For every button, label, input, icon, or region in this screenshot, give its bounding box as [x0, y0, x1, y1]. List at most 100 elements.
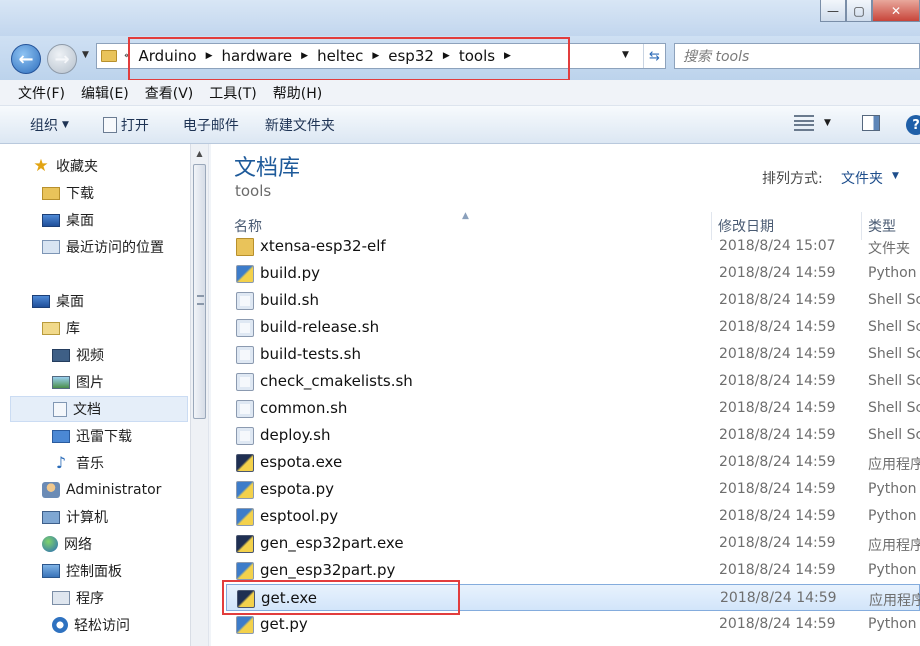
nav-programs[interactable]: 程序	[52, 585, 104, 611]
menu-edit[interactable]: 编辑(E)	[73, 83, 137, 103]
scroll-up-icon[interactable]: ▲	[191, 144, 208, 162]
nav-scrollbar[interactable]: ▲	[190, 144, 208, 646]
refresh-button[interactable]: ⇆	[643, 44, 665, 68]
nav-ease-of-access[interactable]: 轻松访问	[52, 612, 130, 638]
search-input[interactable]: 搜索 tools	[674, 43, 920, 69]
history-dropdown-icon[interactable]: ▼	[82, 50, 89, 60]
file-row[interactable]: xtensa-esp32-elf 2018/8/24 15:07 文件夹	[226, 233, 920, 260]
email-button[interactable]: 电子邮件	[161, 115, 251, 135]
minimize-button[interactable]: —	[820, 0, 846, 22]
file-row[interactable]: gen_esp32part.exe 2018/8/24 14:59 应用程序	[226, 530, 920, 557]
navigation-pane: ★ 收藏夹 下载 桌面 最近访问的位置 桌面 库 视频 图片 文档 迅雷下载 ♪ 音…	[0, 144, 190, 646]
close-button[interactable]: ✕	[872, 0, 920, 22]
arrow-right-icon: →	[54, 48, 70, 70]
python-file-icon	[236, 481, 254, 499]
script-file-icon	[236, 373, 254, 391]
file-date: 2018/8/24 14:59	[719, 616, 836, 632]
nav-desktop[interactable]: 桌面	[32, 288, 84, 314]
organize-button[interactable]: 组织 ▼	[0, 115, 81, 135]
nav-scrollbar-thumb[interactable]	[193, 164, 206, 419]
file-row[interactable]: deploy.sh 2018/8/24 14:59 Shell Sc	[226, 422, 920, 449]
file-name: common.sh	[260, 399, 348, 417]
chevron-down-icon[interactable]: ▼	[892, 171, 899, 181]
chevron-down-icon: ▼	[62, 119, 69, 130]
downloads-folder-icon	[42, 186, 60, 200]
new-folder-button[interactable]: 新建文件夹	[251, 115, 347, 135]
file-row[interactable]: build.py 2018/8/24 14:59 Python	[226, 260, 920, 287]
forward-button[interactable]: →	[47, 44, 77, 74]
nav-desktop-favorite[interactable]: 桌面	[42, 207, 94, 233]
folder-icon	[236, 238, 254, 256]
file-row[interactable]: build.sh 2018/8/24 14:59 Shell Sc	[226, 287, 920, 314]
file-type: Python	[868, 562, 917, 578]
nav-xunlei-downloads[interactable]: 迅雷下载	[52, 423, 132, 449]
file-name: build-release.sh	[260, 318, 380, 336]
file-row[interactable]: get.py 2018/8/24 14:59 Python	[226, 611, 920, 638]
nav-network[interactable]: 网络	[42, 531, 92, 557]
menu-bar: 文件(F) 编辑(E) 查看(V) 工具(T) 帮助(H)	[0, 80, 920, 106]
exe-file-icon	[236, 535, 254, 553]
file-type: Shell Sc	[868, 373, 920, 389]
file-date: 2018/8/24 14:59	[719, 481, 836, 497]
file-row[interactable]: common.sh 2018/8/24 14:59 Shell Sc	[226, 395, 920, 422]
menu-file[interactable]: 文件(F)	[10, 83, 73, 103]
nav-pictures[interactable]: 图片	[52, 369, 104, 395]
file-type: Shell Sc	[868, 319, 920, 335]
nav-documents[interactable]: 文档	[10, 396, 188, 422]
file-date: 2018/8/24 14:59	[719, 427, 836, 443]
pane-splitter[interactable]	[208, 144, 211, 646]
file-row[interactable]: esptool.py 2018/8/24 14:59 Python	[226, 503, 920, 530]
script-file-icon	[236, 319, 254, 337]
nav-videos[interactable]: 视频	[52, 342, 104, 368]
nav-user-folder[interactable]: Administrator	[42, 477, 161, 503]
file-date: 2018/8/24 14:59	[719, 400, 836, 416]
help-icon: ?	[906, 115, 920, 135]
change-view-button[interactable]: ▼	[794, 115, 831, 131]
maximize-button[interactable]: ▢	[846, 0, 872, 22]
preview-pane-button[interactable]	[862, 115, 880, 131]
computer-icon	[42, 510, 60, 524]
control-panel-icon	[42, 564, 60, 578]
file-row[interactable]: check_cmakelists.sh 2018/8/24 14:59 Shell …	[226, 368, 920, 395]
help-button[interactable]: ?	[906, 115, 920, 135]
exe-file-icon	[236, 454, 254, 472]
nav-computer[interactable]: 计算机	[42, 504, 108, 530]
script-file-icon	[236, 346, 254, 364]
folder-icon	[101, 50, 117, 62]
open-file-icon	[102, 116, 117, 133]
file-row[interactable]: build-release.sh 2018/8/24 14:59 Shell Sc	[226, 314, 920, 341]
file-row[interactable]: espota.exe 2018/8/24 14:59 应用程序	[226, 449, 920, 476]
arrange-by-dropdown[interactable]: 文件夹	[841, 168, 883, 188]
file-row[interactable]: espota.py 2018/8/24 14:59 Python	[226, 476, 920, 503]
file-date: 2018/8/24 14:59	[719, 454, 836, 470]
file-name: get.py	[260, 615, 308, 633]
nav-favorites[interactable]: ★ 收藏夹	[32, 153, 98, 179]
open-button[interactable]: 打开	[81, 115, 161, 135]
menu-tools[interactable]: 工具(T)	[201, 83, 264, 103]
menu-view[interactable]: 查看(V)	[137, 83, 202, 103]
nav-control-panel[interactable]: 控制面板	[42, 558, 122, 584]
user-icon	[42, 482, 60, 498]
title-bar: — ▢ ✕	[0, 0, 920, 36]
pictures-icon	[52, 375, 70, 389]
nav-music[interactable]: ♪ 音乐	[52, 450, 104, 476]
open-label: 打开	[120, 117, 149, 134]
ease-of-access-icon	[52, 617, 68, 633]
file-name: build.py	[260, 264, 321, 282]
nav-libraries[interactable]: 库	[42, 315, 80, 341]
file-date: 2018/8/24 14:59	[719, 319, 836, 335]
network-icon	[42, 536, 58, 552]
file-type: 应用程序	[868, 457, 920, 473]
file-date: 2018/8/24 14:59	[719, 346, 836, 362]
back-button[interactable]: ←	[11, 44, 41, 74]
refresh-icon: ⇆	[649, 48, 660, 64]
menu-help[interactable]: 帮助(H)	[265, 83, 330, 103]
nav-recent-places[interactable]: 最近访问的位置	[42, 234, 164, 260]
address-dropdown-icon[interactable]: ▼	[622, 50, 629, 60]
file-row[interactable]: build-tests.sh 2018/8/24 14:59 Shell Sc	[226, 341, 920, 368]
nav-downloads[interactable]: 下载	[42, 180, 94, 206]
file-type: Python	[868, 508, 917, 524]
preview-pane-icon	[862, 115, 880, 131]
documents-icon	[53, 401, 67, 417]
library-icon	[42, 321, 60, 335]
